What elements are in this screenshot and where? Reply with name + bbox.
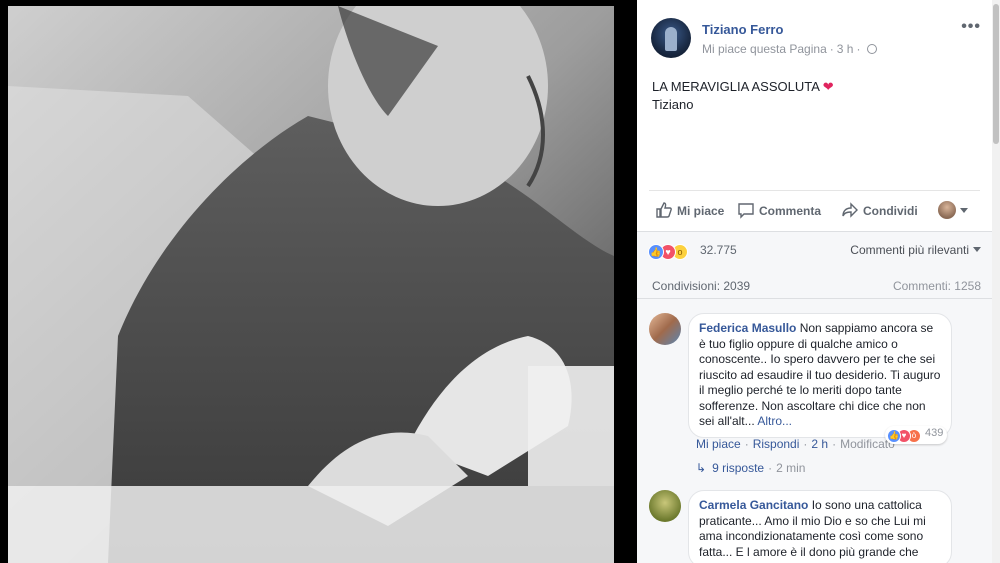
- post-subline: Mi piace questa Pagina · 3 h ·: [702, 42, 878, 56]
- post-photo[interactable]: [8, 6, 614, 563]
- separator-dot: ·: [829, 42, 834, 56]
- comment-author[interactable]: Carmela Gancitano: [699, 498, 808, 512]
- panel-scrollbar[interactable]: [992, 0, 1000, 563]
- comment-reaction-count: 439: [925, 427, 944, 439]
- commenter-avatar[interactable]: [649, 313, 681, 345]
- post-text-line2: Tiziano: [652, 97, 694, 112]
- post-actions: Mi piace Commenta Condividi: [649, 190, 980, 230]
- shares-count[interactable]: Condivisioni: 2039: [652, 279, 750, 293]
- post-side-panel: Tiziano Ferro Mi piace questa Pagina · 3 h…: [637, 0, 1000, 563]
- post-time[interactable]: 3 h: [837, 42, 854, 56]
- scrollbar-thumb[interactable]: [993, 4, 999, 144]
- like-page-link[interactable]: Mi piace questa Pagina: [702, 42, 827, 56]
- comment-bubble: Federica Masullo Non sappiamo ancora se …: [688, 313, 952, 438]
- globe-icon: [867, 44, 878, 54]
- comment-like-link[interactable]: Mi piace: [696, 437, 741, 451]
- replies-time: 2 min: [776, 461, 806, 475]
- separator-dot: ·: [832, 437, 837, 451]
- like-reaction-icon: 👍: [887, 429, 901, 443]
- comments-count: Commenti: 1258: [892, 279, 981, 293]
- like-label: Mi piace: [677, 204, 725, 218]
- user-avatar: [938, 201, 956, 219]
- page-name-link[interactable]: Tiziano Ferro: [702, 22, 783, 37]
- view-replies-link[interactable]: ↳ 9 risposte · 2 min: [696, 461, 805, 475]
- separator-dot: ·: [744, 437, 749, 451]
- separator-dot: ·: [803, 437, 808, 451]
- photo-illustration: [8, 6, 614, 563]
- comment-text: Non sappiamo ancora se è tuo figlio oppu…: [699, 321, 941, 428]
- reply-arrow-icon: ↳: [696, 461, 707, 475]
- post-text-line1: LA MERAVIGLIA ASSOLUTA: [652, 79, 820, 94]
- comment-item: Federica Masullo Non sappiamo ancora se …: [649, 313, 979, 483]
- comment-reactions[interactable]: 👍 ♥ ò 439: [885, 426, 948, 444]
- reaction-count[interactable]: 32.775: [700, 243, 737, 257]
- comment-item: Carmela Gancitano Io sono una cattolica …: [649, 490, 979, 563]
- heart-icon: ❤: [822, 79, 834, 94]
- photo-viewer: [0, 0, 637, 563]
- separator-dot: ·: [856, 42, 861, 56]
- thumbs-up-icon: [656, 202, 672, 218]
- post-header: Tiziano Ferro Mi piace questa Pagina · 3 h…: [651, 18, 981, 62]
- comments-list: Federica Masullo Non sappiamo ancora se …: [637, 299, 992, 563]
- see-more-link[interactable]: Altro...: [757, 414, 792, 428]
- share-button[interactable]: Condividi: [841, 201, 918, 219]
- comment-label: Commenta: [759, 204, 822, 218]
- replies-count: 9 risposte: [712, 461, 765, 475]
- reactions-summary: 👍 ♥ o 32.775 Commenti più rilevanti: [637, 231, 992, 267]
- comment-time[interactable]: 2 h: [811, 437, 828, 451]
- more-options-icon[interactable]: •••: [961, 18, 981, 36]
- comment-sort-label: Commenti più rilevanti: [850, 243, 969, 257]
- chevron-down-icon: [973, 247, 981, 252]
- post-text: LA MERAVIGLIA ASSOLUTA ❤ Tiziano: [652, 78, 834, 114]
- share-icon: [842, 202, 858, 218]
- chevron-down-icon: [960, 208, 968, 213]
- comment-meta: Mi piace · Rispondi · 2 h · Modificato: [696, 437, 895, 451]
- post-as-selector[interactable]: [938, 201, 968, 219]
- page-avatar[interactable]: [651, 18, 691, 58]
- separator-dot: ·: [768, 461, 773, 475]
- like-button[interactable]: Mi piace: [655, 201, 724, 219]
- like-reaction-icon: 👍: [648, 244, 664, 260]
- comment-bubble: Carmela Gancitano Io sono una cattolica …: [688, 490, 952, 563]
- reaction-icons[interactable]: 👍 ♥ o: [648, 242, 688, 260]
- comment-icon: [738, 203, 754, 219]
- comment-author[interactable]: Federica Masullo: [699, 321, 796, 335]
- counts-bar: Condivisioni: 2039 Commenti: 1258: [637, 267, 992, 299]
- commenter-avatar[interactable]: [649, 490, 681, 522]
- comment-sort-dropdown[interactable]: Commenti più rilevanti: [850, 243, 981, 257]
- comment-button[interactable]: Commenta: [737, 201, 821, 219]
- share-label: Condividi: [863, 204, 918, 218]
- comment-reply-link[interactable]: Rispondi: [753, 437, 800, 451]
